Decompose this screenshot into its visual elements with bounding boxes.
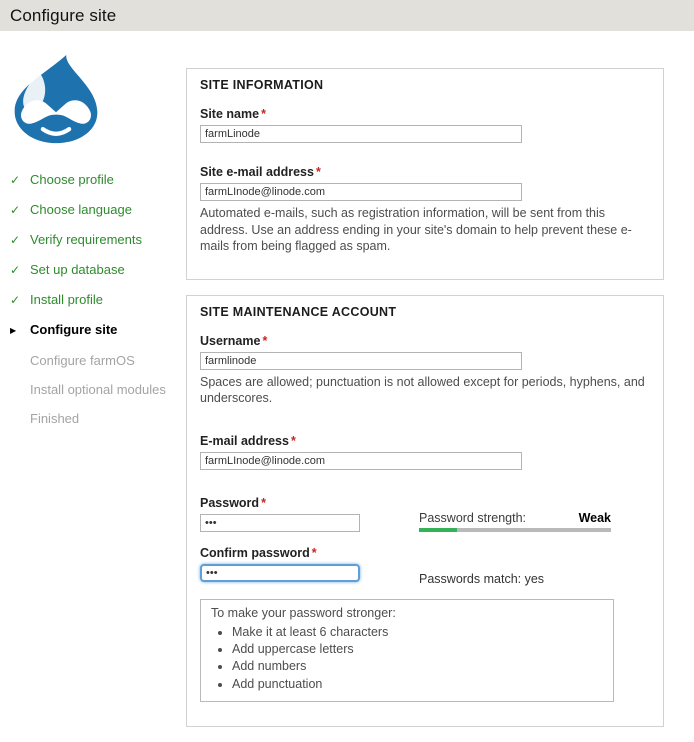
password-suggestions-list: Make it at least 6 characters Add upperc… — [211, 624, 603, 692]
required-marker: * — [262, 334, 267, 348]
required-marker: * — [291, 434, 296, 448]
password-row: Password* Password strength: Weak — [200, 496, 650, 532]
site-information-fieldset: SITE INFORMATION Site name* Site e-mail … — [186, 68, 664, 280]
task-label: Install optional modules — [30, 383, 166, 396]
required-marker: * — [312, 546, 317, 560]
site-email-item: Site e-mail address* Automated e-mails, … — [200, 165, 650, 255]
check-icon: ✓ — [10, 174, 30, 187]
account-email-input[interactable] — [200, 452, 522, 470]
task-label: Finished — [30, 412, 79, 425]
task-label: Choose language — [30, 203, 132, 216]
password-suggestion-item: Add numbers — [232, 658, 603, 674]
task-label: Configure site — [30, 323, 117, 336]
password-suggestion-item: Make it at least 6 characters — [232, 624, 603, 640]
task-choose-language: ✓ Choose language — [10, 203, 186, 217]
password-strength-indicator: Password strength: Weak — [419, 511, 611, 532]
username-label: Username* — [200, 334, 650, 348]
task-label: Set up database — [30, 263, 125, 276]
site-maintenance-account-legend: SITE MAINTENANCE ACCOUNT — [200, 305, 650, 319]
site-name-input[interactable] — [200, 125, 522, 143]
site-maintenance-account-fieldset: SITE MAINTENANCE ACCOUNT Username* Space… — [186, 295, 664, 727]
task-install-profile: ✓ Install profile — [10, 293, 186, 307]
site-email-label: Site e-mail address* — [200, 165, 650, 179]
page-header: Configure site — [0, 0, 694, 31]
task-label: Configure farmOS — [30, 354, 135, 367]
task-verify-requirements: ✓ Verify requirements — [10, 233, 186, 247]
password-field-column: Password* — [200, 496, 419, 532]
confirm-password-input[interactable] — [200, 564, 360, 582]
site-email-description: Automated e-mails, such as registration … — [200, 205, 650, 255]
task-set-up-database: ✓ Set up database — [10, 263, 186, 277]
install-sidebar: ✓ Choose profile ✓ Choose language ✓ Ver… — [0, 31, 186, 441]
check-icon: ✓ — [10, 204, 30, 217]
page-title: Configure site — [10, 6, 116, 26]
confirm-password-field-column: Confirm password* — [200, 546, 419, 586]
task-finished: Finished — [10, 412, 186, 425]
required-marker: * — [261, 107, 266, 121]
site-information-legend: SITE INFORMATION — [200, 78, 650, 92]
check-icon: ✓ — [10, 294, 30, 307]
task-install-optional-modules: Install optional modules — [10, 383, 186, 396]
password-strength-level: Weak — [579, 511, 611, 525]
password-strength-column: Password strength: Weak — [419, 496, 611, 532]
site-name-item: Site name* — [200, 107, 650, 143]
password-suggestions-box: To make your password stronger: Make it … — [200, 599, 614, 702]
passwords-match-column: Passwords match: yes — [419, 546, 611, 586]
password-suggestion-item: Add uppercase letters — [232, 641, 603, 657]
task-choose-profile: ✓ Choose profile — [10, 173, 186, 187]
password-strength-fill — [419, 528, 457, 532]
site-email-input[interactable] — [200, 183, 522, 201]
password-input[interactable] — [200, 514, 360, 532]
confirm-password-label: Confirm password* — [200, 546, 419, 560]
task-configure-site-active: ▶ Configure site — [10, 323, 186, 338]
main-layout: ✓ Choose profile ✓ Choose language ✓ Ver… — [0, 31, 694, 742]
username-description: Spaces are allowed; punctuation is not a… — [200, 374, 650, 407]
passwords-match-text: Passwords match: yes — [419, 572, 611, 586]
active-arrow-icon: ▶ — [10, 324, 30, 337]
install-task-list: ✓ Choose profile ✓ Choose language ✓ Ver… — [10, 173, 186, 425]
password-strength-label: Password strength: — [419, 511, 526, 525]
account-email-item: E-mail address* — [200, 434, 650, 470]
task-configure-farmos: Configure farmOS — [10, 354, 186, 367]
required-marker: * — [316, 165, 321, 179]
configure-site-form: SITE INFORMATION Site name* Site e-mail … — [186, 68, 664, 742]
task-label: Verify requirements — [30, 233, 142, 246]
username-input[interactable] — [200, 352, 522, 370]
password-suggestions-intro: To make your password stronger: — [211, 605, 603, 621]
check-icon: ✓ — [10, 234, 30, 247]
task-label: Choose profile — [30, 173, 114, 186]
username-item: Username* Spaces are allowed; punctuatio… — [200, 334, 650, 407]
check-icon: ✓ — [10, 264, 30, 277]
password-label: Password* — [200, 496, 419, 510]
required-marker: * — [261, 496, 266, 510]
drupal-logo — [12, 54, 100, 146]
password-strength-track — [419, 528, 611, 532]
task-label: Install profile — [30, 293, 103, 306]
site-name-label: Site name* — [200, 107, 650, 121]
account-email-label: E-mail address* — [200, 434, 650, 448]
confirm-password-row: Confirm password* Passwords match: yes — [200, 546, 650, 586]
